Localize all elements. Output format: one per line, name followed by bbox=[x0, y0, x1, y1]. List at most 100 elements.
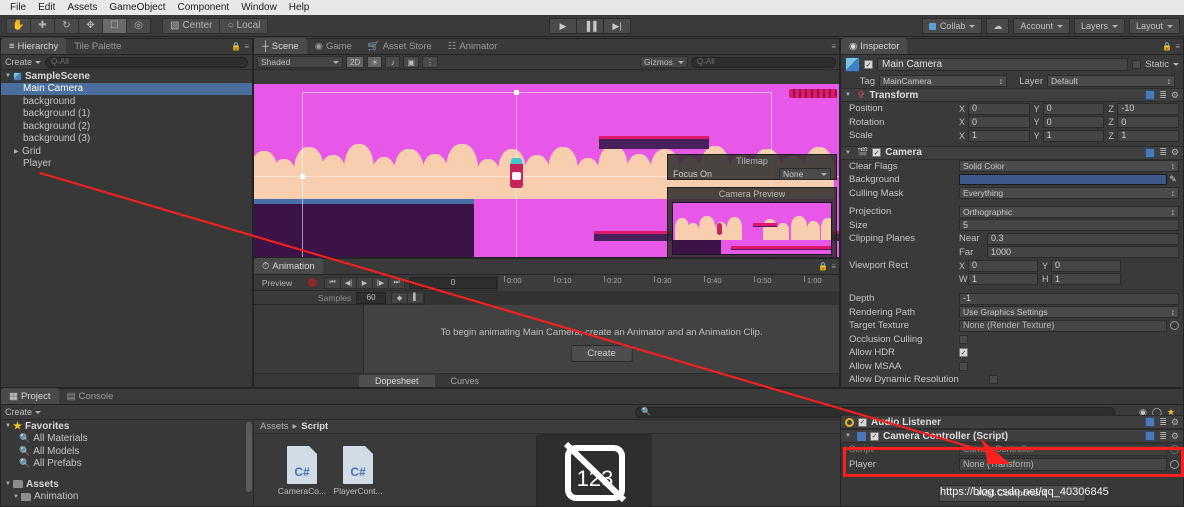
rendering-path-dropdown[interactable]: Use Graphics Settings ↕ bbox=[959, 306, 1179, 319]
rotate-tool-icon[interactable]: ↻ bbox=[54, 17, 79, 34]
rect-tool-icon[interactable]: ☐ bbox=[102, 17, 127, 34]
help-icon[interactable] bbox=[1145, 90, 1156, 100]
allow-dynamic-resolution-checkbox[interactable] bbox=[989, 375, 998, 385]
camera-controller-enabled-checkbox[interactable]: ✓ bbox=[870, 431, 879, 441]
gameobject-enabled-checkbox[interactable]: ✓ bbox=[864, 60, 873, 69]
pivot-mode-button[interactable]: ▧ Center bbox=[162, 17, 221, 34]
allow-msaa-checkbox[interactable] bbox=[959, 361, 968, 371]
tab-game[interactable]: ◉ Game bbox=[307, 38, 360, 54]
samples-field[interactable]: 60 bbox=[356, 291, 387, 304]
scale-x-field[interactable]: 1 bbox=[968, 129, 1030, 142]
gameobject-name-input[interactable]: Main Camera bbox=[877, 58, 1129, 71]
scene-search-input[interactable]: Q˗All bbox=[691, 56, 836, 68]
scene-fx-caret-icon[interactable]: ⋮ bbox=[421, 56, 438, 68]
rotation-x-field[interactable]: 0 bbox=[968, 116, 1030, 129]
menu-item-file[interactable]: File bbox=[4, 0, 32, 15]
menu-item-gameobject[interactable]: GameObject bbox=[103, 0, 171, 15]
chevron-down-icon[interactable]: ▼ bbox=[5, 423, 13, 429]
tag-dropdown[interactable]: MainCamera ↕ bbox=[879, 75, 1007, 87]
object-picker-icon[interactable] bbox=[1170, 321, 1179, 331]
component-header-transform[interactable]: ▼ ✞ Transform ≣ ⚙ bbox=[841, 88, 1183, 102]
component-header-camera[interactable]: ▼ 🎬 ✓ Camera ≣ ⚙ bbox=[841, 145, 1183, 160]
project-tree-all-models[interactable]: 🔍 All Models bbox=[1, 445, 253, 458]
help-icon[interactable] bbox=[1145, 417, 1156, 427]
hand-tool-icon[interactable]: ✋ bbox=[6, 17, 31, 34]
preset-icon[interactable]: ≣ bbox=[1159, 90, 1167, 101]
viewport-w-field[interactable]: 1 bbox=[968, 273, 1038, 286]
tab-project[interactable]: ▦ Project bbox=[1, 388, 59, 404]
layer-dropdown[interactable]: Default ↕ bbox=[1047, 75, 1175, 87]
preset-icon[interactable]: ≣ bbox=[1159, 417, 1167, 428]
breadcrumb-script[interactable]: Script bbox=[301, 421, 328, 432]
play-button[interactable]: ▶ bbox=[549, 18, 577, 34]
scale-tool-icon[interactable]: ✥ bbox=[78, 17, 103, 34]
asset-item-camera-controller[interactable]: C# CameraCo... bbox=[274, 446, 330, 496]
gear-icon[interactable]: ⚙ bbox=[1171, 431, 1179, 442]
project-tree-scrollbar[interactable] bbox=[246, 422, 252, 492]
layers-button[interactable]: Layers bbox=[1073, 18, 1125, 34]
space-mode-button[interactable]: ○ Local bbox=[219, 17, 269, 34]
add-keyframe-icon[interactable]: ◆ bbox=[391, 291, 409, 304]
menu-item-window[interactable]: Window bbox=[235, 0, 283, 15]
hierarchy-item-player[interactable]: Player bbox=[1, 158, 252, 171]
scale-y-field[interactable]: 1 bbox=[1042, 129, 1105, 142]
projection-dropdown[interactable]: Orthographic ↕ bbox=[959, 205, 1179, 218]
project-tree-favorites[interactable]: ▼ ★ Favorites bbox=[1, 420, 253, 433]
project-create-button[interactable]: Create bbox=[5, 407, 55, 417]
eyedropper-icon[interactable]: ✎ bbox=[1167, 174, 1179, 185]
add-event-icon[interactable]: ▌ bbox=[407, 291, 425, 304]
hierarchy-item-grid[interactable]: ▶ Grid bbox=[1, 145, 252, 158]
tab-animator[interactable]: ☷ Animator bbox=[440, 38, 506, 54]
hierarchy-item-background-1[interactable]: background (1) bbox=[1, 108, 252, 121]
tab-tile-palette[interactable]: Tile Palette bbox=[66, 38, 129, 54]
panel-menu-icon[interactable]: ≡ bbox=[831, 262, 836, 271]
scene-viewport[interactable]: Tilemap Focus On None Camera Preview bbox=[254, 70, 839, 257]
scene-fx-icon[interactable]: ▣ bbox=[403, 56, 419, 68]
panel-menu-icon[interactable]: ≡ bbox=[1175, 42, 1180, 51]
position-z-field[interactable]: -10 bbox=[1117, 102, 1180, 115]
lock-icon[interactable]: 🔒 bbox=[818, 262, 828, 271]
far-field[interactable]: 1000 bbox=[987, 246, 1179, 259]
chevron-down-icon[interactable]: ▼ bbox=[845, 150, 853, 156]
gear-icon[interactable]: ⚙ bbox=[1171, 417, 1179, 428]
object-picker-icon[interactable] bbox=[1170, 460, 1179, 469]
background-color-swatch[interactable] bbox=[959, 174, 1167, 186]
lock-icon[interactable]: 🔒 bbox=[231, 42, 241, 51]
preview-label[interactable]: Preview bbox=[254, 278, 300, 288]
preset-icon[interactable]: ≣ bbox=[1159, 147, 1167, 158]
toggle-2d-button[interactable]: 2D bbox=[346, 56, 365, 68]
viewport-x-field[interactable]: 0 bbox=[968, 259, 1038, 272]
gear-icon[interactable]: ⚙ bbox=[1171, 147, 1179, 158]
chevron-down-icon[interactable]: ▼ bbox=[845, 433, 853, 439]
create-animation-button[interactable]: Create bbox=[570, 345, 633, 362]
scene-audio-icon[interactable]: ♪ bbox=[385, 56, 401, 68]
rotation-y-field[interactable]: 0 bbox=[1042, 116, 1105, 129]
static-checkbox[interactable] bbox=[1132, 60, 1142, 69]
scale-z-field[interactable]: 1 bbox=[1117, 129, 1180, 142]
animation-timeline-ruler[interactable]: 0:00 0:10 0:20 0:30 0:40 0:50 1:00 bbox=[497, 274, 839, 291]
next-frame-button[interactable]: |▶ bbox=[372, 276, 389, 289]
first-frame-button[interactable]: ⏮ bbox=[324, 276, 341, 289]
menu-item-help[interactable]: Help bbox=[283, 0, 316, 15]
occlusion-culling-checkbox[interactable] bbox=[959, 334, 968, 344]
play-animation-button[interactable]: ▶ bbox=[356, 276, 373, 289]
preset-icon[interactable]: ≣ bbox=[1159, 431, 1167, 442]
tab-dopesheet[interactable]: Dopesheet bbox=[359, 374, 435, 387]
pause-button[interactable]: ▐▐ bbox=[576, 18, 604, 34]
panel-menu-icon[interactable]: ≡ bbox=[831, 42, 836, 51]
viewport-h-field[interactable]: 1 bbox=[1051, 273, 1121, 286]
focus-on-dropdown[interactable]: None bbox=[779, 168, 831, 180]
culling-mask-dropdown[interactable]: Everything ↕ bbox=[959, 187, 1179, 200]
help-icon[interactable] bbox=[1145, 431, 1156, 441]
chevron-right-icon[interactable]: ▶ bbox=[14, 148, 22, 155]
hierarchy-search-input[interactable]: Q˗All bbox=[45, 56, 248, 68]
lock-icon[interactable]: 🔒 bbox=[1162, 42, 1172, 51]
tab-hierarchy[interactable]: ≡ Hierarchy bbox=[1, 38, 67, 54]
cloud-button[interactable]: ☁ bbox=[986, 18, 1010, 34]
hierarchy-item-background[interactable]: background bbox=[1, 95, 252, 108]
transform-tool-icon[interactable]: ◎ bbox=[126, 17, 151, 34]
breadcrumb-assets[interactable]: Assets bbox=[260, 421, 289, 432]
object-picker-icon[interactable] bbox=[1170, 445, 1179, 455]
panel-menu-icon[interactable]: ≡ bbox=[244, 42, 249, 51]
move-tool-icon[interactable]: ✚ bbox=[30, 17, 55, 34]
